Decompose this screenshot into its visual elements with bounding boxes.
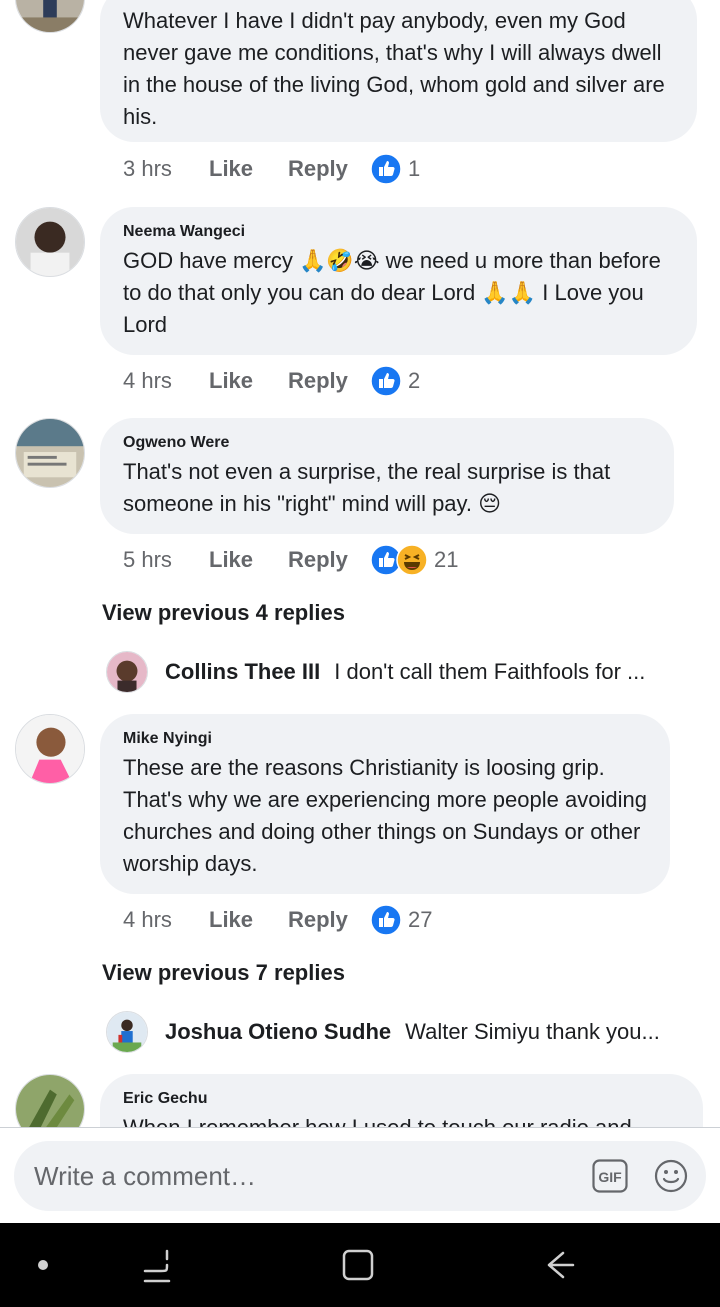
reaction-count: 2 — [408, 368, 421, 393]
home-icon[interactable] — [338, 1245, 378, 1285]
comment-actions: 4 hrs Like Reply 2 — [123, 363, 420, 399]
avatar[interactable] — [15, 714, 85, 784]
comment-actions: 3 hrs Like Reply 1 — [123, 151, 420, 187]
comment-actions: 5 hrs Like Reply 21 — [123, 542, 458, 578]
comment-bubble: Mike Nyingi These are the reasons Christ… — [100, 714, 670, 894]
reaction-count: 1 — [408, 156, 421, 181]
reaction-summary[interactable]: 21 — [370, 544, 458, 576]
system-navigation-bar — [0, 1223, 720, 1307]
comment-text: GOD have mercy 🙏🤣😭 we need u more than b… — [123, 248, 661, 337]
avatar[interactable] — [15, 207, 85, 277]
view-previous-replies-link[interactable]: View previous 4 replies — [102, 600, 345, 626]
reply-text: I don't call them Faithfools for ... — [334, 659, 646, 684]
comment-author[interactable]: Mike Nyingi — [123, 730, 647, 748]
back-icon[interactable] — [539, 1245, 579, 1285]
like-button[interactable]: Like — [209, 156, 288, 182]
comment-time[interactable]: 3 hrs — [123, 156, 209, 182]
reply-preview[interactable]: Collins Thee III I don't call them Faith… — [106, 650, 686, 694]
avatar[interactable] — [15, 0, 85, 33]
comment-time[interactable]: 4 hrs — [123, 368, 209, 394]
comment-text: Whatever I have I didn't pay anybody, ev… — [123, 8, 665, 129]
comment-author[interactable]: Ogweno Were — [123, 434, 651, 452]
reaction-summary[interactable]: 1 — [370, 153, 420, 185]
comment-text: That's not even a surprise, the real sur… — [123, 459, 611, 516]
like-button[interactable]: Like — [209, 547, 288, 573]
reply-button[interactable]: Reply — [288, 368, 370, 394]
reaction-summary[interactable]: 27 — [370, 904, 432, 936]
comment-time[interactable]: 4 hrs — [123, 907, 209, 933]
like-button[interactable]: Like — [209, 907, 288, 933]
comment-bubble: Eric Gechu When I remember how I used to… — [100, 1074, 703, 1127]
reply-text: Walter Simiyu thank you... — [405, 1019, 660, 1044]
reaction-count: 21 — [434, 547, 459, 572]
avatar[interactable] — [15, 1074, 85, 1127]
gif-label: GIF — [598, 1169, 622, 1185]
comment-text: When I remember how I used to touch our … — [123, 1112, 680, 1127]
comment-composer: GIF — [0, 1127, 720, 1223]
comment-bubble: Whatever I have I didn't pay anybody, ev… — [100, 0, 697, 142]
like-button[interactable]: Like — [209, 368, 288, 394]
haha-icon — [396, 544, 428, 576]
gif-icon[interactable]: GIF — [592, 1159, 628, 1193]
reaction-summary[interactable]: 2 — [370, 365, 420, 397]
recent-apps-icon[interactable] — [137, 1245, 177, 1285]
comment-time[interactable]: 5 hrs — [123, 547, 209, 573]
nav-dot-icon[interactable] — [23, 1245, 63, 1285]
avatar — [106, 651, 148, 693]
reaction-count: 27 — [408, 907, 433, 932]
comment-author[interactable]: Neema Wangeci — [123, 223, 674, 241]
reply-author: Collins Thee III — [165, 659, 321, 684]
reply-button[interactable]: Reply — [288, 907, 370, 933]
emoji-icon[interactable] — [654, 1159, 688, 1193]
comments-feed[interactable]: Whatever I have I didn't pay anybody, ev… — [0, 0, 720, 1127]
comment-input[interactable] — [34, 1141, 574, 1211]
avatar — [106, 1011, 148, 1053]
reply-author: Joshua Otieno Sudhe — [165, 1019, 392, 1044]
comment-author[interactable]: Eric Gechu — [123, 1090, 680, 1108]
like-icon — [370, 904, 402, 936]
comment-actions: 4 hrs Like Reply 27 — [123, 902, 432, 938]
view-previous-replies-link[interactable]: View previous 7 replies — [102, 960, 345, 986]
reply-preview[interactable]: Joshua Otieno Sudhe Walter Simiyu thank … — [106, 1010, 686, 1054]
reply-button[interactable]: Reply — [288, 156, 370, 182]
comment-input-container[interactable]: GIF — [14, 1141, 706, 1211]
avatar[interactable] — [15, 418, 85, 488]
like-icon — [370, 365, 402, 397]
like-icon — [370, 153, 402, 185]
comment-bubble: Neema Wangeci GOD have mercy 🙏🤣😭 we need… — [100, 207, 697, 355]
reply-button[interactable]: Reply — [288, 547, 370, 573]
comment-bubble: Ogweno Were That's not even a surprise, … — [100, 418, 674, 534]
comment-text: These are the reasons Christianity is lo… — [123, 755, 647, 876]
